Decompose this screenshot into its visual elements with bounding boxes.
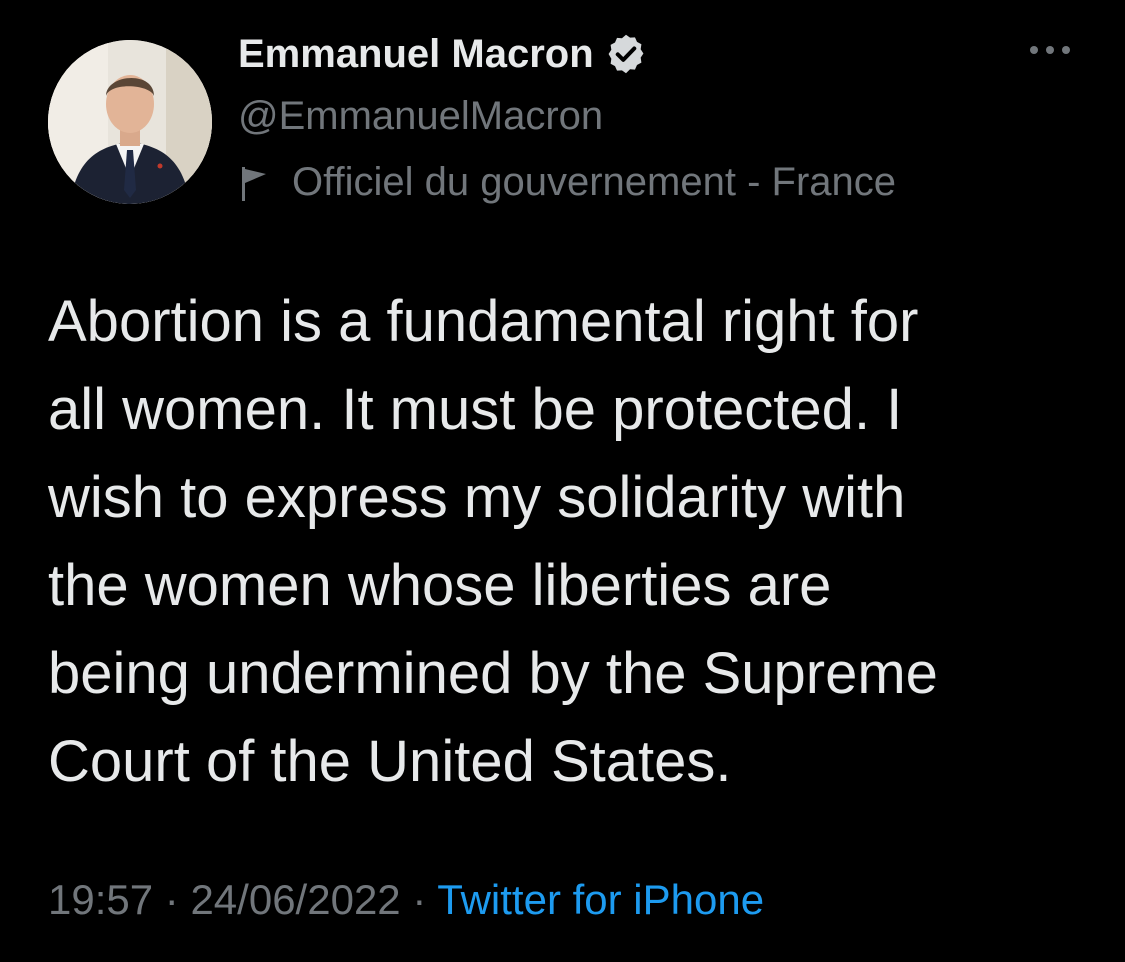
meta-separator: · [164, 876, 179, 923]
tweet-meta: 19:57 · 24/06/2022 · Twitter for iPhone [48, 870, 764, 930]
tweet-card: Emmanuel Macron @EmmanuelMacron Officiel… [0, 0, 1125, 962]
verified-badge-icon [604, 32, 648, 76]
tweet-text: Abortion is a fundamental right for all … [48, 289, 938, 794]
avatar[interactable] [48, 40, 212, 204]
author-handle[interactable]: @EmmanuelMacron [238, 88, 603, 144]
more-options-button[interactable] [1022, 30, 1078, 70]
more-horizontal-icon [1030, 46, 1070, 54]
meta-separator: · [412, 876, 427, 923]
government-label-text: Officiel du gouvernement - France [292, 160, 897, 204]
tweet-date[interactable]: 24/06/2022 [190, 876, 400, 923]
government-label[interactable]: Officiel du gouvernement - France [238, 154, 896, 210]
author-name-row[interactable]: Emmanuel Macron [238, 26, 648, 82]
flag-icon [238, 162, 272, 202]
avatar-image [48, 40, 212, 204]
author-name[interactable]: Emmanuel Macron [238, 32, 594, 77]
tweet-time[interactable]: 19:57 [48, 876, 153, 923]
tweet-source-link[interactable]: Twitter for iPhone [437, 876, 764, 923]
